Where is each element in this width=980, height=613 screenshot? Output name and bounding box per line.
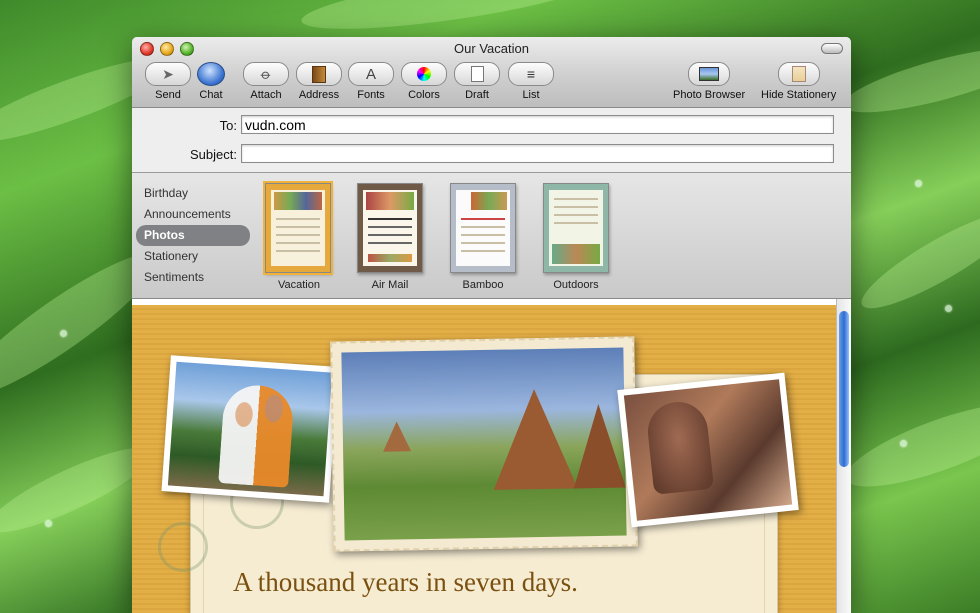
colors-label: Colors xyxy=(408,89,440,101)
attach-button[interactable]: ⌀ Attach xyxy=(243,62,289,101)
message-headers: To: vudn.com Subject: xyxy=(132,108,851,173)
subject-row: Subject: xyxy=(132,143,241,165)
chat-button[interactable]: Chat xyxy=(197,62,225,101)
fonts-button[interactable]: A Fonts xyxy=(348,62,394,101)
category-photos[interactable]: Photos xyxy=(136,225,250,246)
photo-browser-button[interactable]: Photo Browser xyxy=(673,62,745,101)
vertical-scrollbar[interactable] xyxy=(836,299,851,613)
paperclip-icon: ⌀ xyxy=(257,65,275,83)
draft-button[interactable]: Draft xyxy=(454,62,500,101)
scrollbar-thumb[interactable] xyxy=(839,311,849,467)
temple-spires-2 xyxy=(572,403,626,489)
photo-browser-label: Photo Browser xyxy=(673,89,746,101)
fonts-label: Fonts xyxy=(357,89,385,101)
address-book-icon xyxy=(312,65,326,83)
postmark-stamp-icon-2 xyxy=(158,522,208,572)
to-row: To: xyxy=(132,114,241,136)
attach-label: Attach xyxy=(250,89,282,101)
photo-browser-icon xyxy=(699,67,720,81)
category-sentiments[interactable]: Sentiments xyxy=(136,267,250,288)
subject-field[interactable] xyxy=(241,144,834,163)
template-outdoors[interactable] xyxy=(543,183,609,273)
stone-face xyxy=(644,399,715,495)
category-birthday[interactable]: Birthday xyxy=(136,183,250,204)
draft-icon xyxy=(470,66,484,82)
hide-stationery-label: Hide Stationery xyxy=(761,89,837,101)
photo-temples[interactable] xyxy=(330,336,638,552)
couple-figures xyxy=(218,383,295,488)
photo-stone-faces[interactable] xyxy=(617,372,799,528)
template-vacation-label: Vacation xyxy=(278,279,320,291)
stationery-pane: Birthday Announcements Photos Stationery… xyxy=(132,173,851,299)
category-stationery[interactable]: Stationery xyxy=(136,246,250,267)
title-bar: Our Vacation ➤ Send Chat ⌀ Attach Addres… xyxy=(132,37,851,108)
draft-label: Draft xyxy=(465,89,489,101)
address-button[interactable]: Address xyxy=(296,62,342,101)
template-bamboo[interactable] xyxy=(450,183,516,273)
template-outdoors-label: Outdoors xyxy=(553,279,599,291)
fonts-icon: A xyxy=(365,65,376,83)
window-title: Our Vacation xyxy=(454,41,529,56)
hide-stationery-button[interactable]: Hide Stationery xyxy=(761,62,836,101)
message-headline[interactable]: A thousand years in seven days. xyxy=(233,567,578,598)
colors-button[interactable]: Colors xyxy=(401,62,447,101)
stationery-categories: Birthday Announcements Photos Stationery… xyxy=(136,183,250,288)
temple-spires xyxy=(492,388,578,490)
stationery-icon xyxy=(791,66,806,82)
message-body[interactable]: A thousand years in seven days. xyxy=(132,299,837,613)
send-label: Send xyxy=(155,89,181,101)
template-vacation[interactable] xyxy=(263,181,333,275)
chat-bubble-icon xyxy=(197,62,225,86)
chat-label: Chat xyxy=(199,89,223,101)
list-icon: ≡ xyxy=(526,66,536,82)
to-label: To: xyxy=(219,117,237,133)
list-label: List xyxy=(522,89,540,101)
compose-window: Our Vacation ➤ Send Chat ⌀ Attach Addres… xyxy=(132,37,851,613)
address-label: Address xyxy=(298,89,340,101)
category-announcements[interactable]: Announcements xyxy=(136,204,250,225)
temple-spires-3 xyxy=(382,421,412,452)
template-air-mail-label: Air Mail xyxy=(371,279,409,291)
template-bamboo-label: Bamboo xyxy=(462,279,504,291)
list-button[interactable]: ≡ List xyxy=(508,62,554,101)
template-air-mail[interactable] xyxy=(357,183,423,273)
send-button[interactable]: ➤ Send xyxy=(145,62,191,101)
toolbar-toggle-button[interactable] xyxy=(821,43,843,54)
to-field[interactable]: vudn.com xyxy=(241,115,834,134)
color-wheel-icon xyxy=(417,67,431,81)
photo-couple[interactable] xyxy=(161,355,339,503)
subject-label: Subject: xyxy=(190,146,237,162)
paper-plane-icon: ➤ xyxy=(162,65,174,82)
